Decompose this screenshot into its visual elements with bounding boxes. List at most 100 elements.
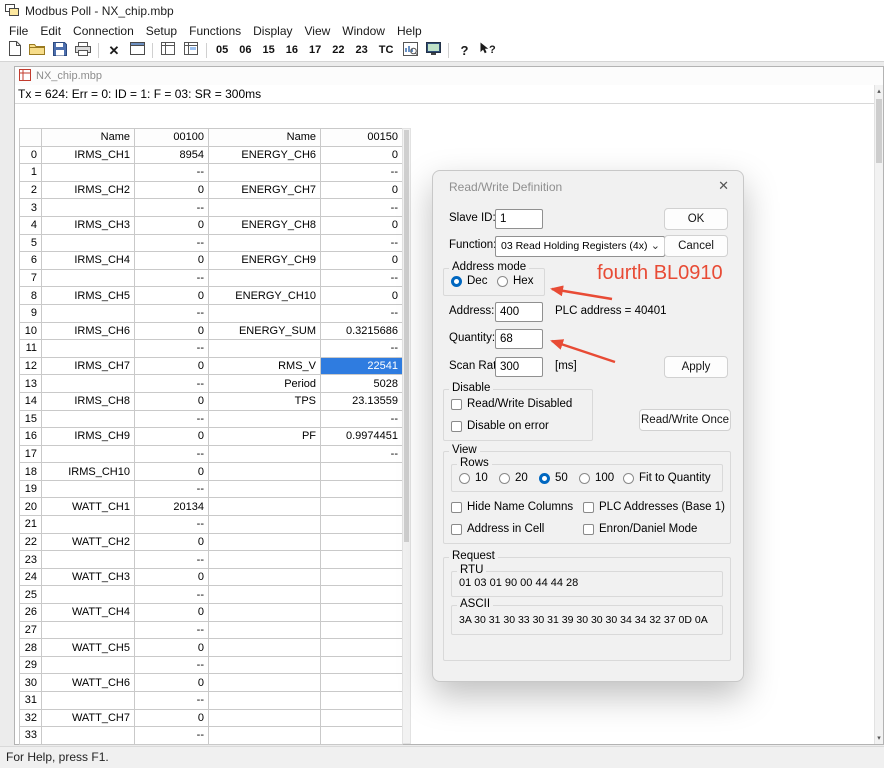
grid-name-cell[interactable] bbox=[209, 304, 321, 322]
grid-name-cell[interactable]: WATT_CH4 bbox=[42, 604, 135, 622]
grid-value-cell[interactable]: -- bbox=[321, 445, 403, 463]
grid-row-number[interactable]: 22 bbox=[20, 533, 42, 551]
grid-row-number[interactable]: 1 bbox=[20, 164, 42, 182]
grid-value-cell[interactable]: 0 bbox=[135, 568, 209, 586]
grid-name-cell[interactable] bbox=[42, 480, 135, 498]
grid-row-number[interactable]: 26 bbox=[20, 604, 42, 622]
grid-row-number[interactable]: 6 bbox=[20, 252, 42, 270]
grid-row-number[interactable]: 18 bbox=[20, 463, 42, 481]
grid-name-cell[interactable]: WATT_CH7 bbox=[42, 709, 135, 727]
grid-name-cell[interactable] bbox=[42, 727, 135, 745]
rows-20-radio[interactable]: 20 bbox=[499, 472, 528, 484]
grid-name-cell[interactable]: ENERGY_CH7 bbox=[209, 181, 321, 199]
grid-value-cell[interactable]: -- bbox=[135, 727, 209, 745]
rows-100-radio[interactable]: 100 bbox=[579, 472, 614, 484]
grid-name-cell[interactable] bbox=[209, 463, 321, 481]
grid-row-number[interactable]: 7 bbox=[20, 269, 42, 287]
grid-name-cell[interactable]: IRMS_CH8 bbox=[42, 392, 135, 410]
grid-value-cell[interactable] bbox=[321, 586, 403, 604]
grid-value-cell[interactable]: -- bbox=[135, 164, 209, 182]
hex-radio[interactable]: Hex bbox=[497, 275, 533, 287]
dialog-close-icon[interactable]: ✕ bbox=[718, 178, 729, 194]
grid-name-cell[interactable] bbox=[42, 375, 135, 393]
grid-row-number[interactable]: 33 bbox=[20, 727, 42, 745]
grid-value-cell[interactable] bbox=[321, 709, 403, 727]
menu-item-connection[interactable]: Connection bbox=[67, 24, 140, 38]
grid-value-cell[interactable] bbox=[321, 498, 403, 516]
grid-row-number[interactable]: 3 bbox=[20, 199, 42, 217]
grid-name-cell[interactable] bbox=[209, 551, 321, 569]
grid-value-cell[interactable]: 0 bbox=[135, 216, 209, 234]
scroll-down-icon[interactable]: ▾ bbox=[875, 734, 883, 742]
setup-window-button[interactable] bbox=[129, 42, 145, 58]
display-definition-button[interactable] bbox=[183, 42, 199, 58]
grid-name-cell[interactable] bbox=[42, 445, 135, 463]
grid-value-cell[interactable]: 0 bbox=[135, 181, 209, 199]
grid-value-cell[interactable]: -- bbox=[135, 340, 209, 358]
grid-row-number[interactable]: 15 bbox=[20, 410, 42, 428]
read-write-once-button[interactable]: Read/Write Once bbox=[639, 409, 731, 431]
grid-name-cell[interactable] bbox=[209, 709, 321, 727]
grid-name-cell[interactable]: IRMS_CH6 bbox=[42, 322, 135, 340]
grid-value-cell[interactable]: 20134 bbox=[135, 498, 209, 516]
test-center-button[interactable]: TC bbox=[377, 44, 396, 56]
grid-value-cell[interactable] bbox=[321, 604, 403, 622]
func-23-button[interactable]: 23 bbox=[354, 44, 370, 56]
address-in-cell-checkbox[interactable]: Address in Cell bbox=[451, 523, 544, 535]
document-titlebar[interactable]: NX_chip.mbp bbox=[15, 67, 883, 85]
grid-row-number[interactable]: 8 bbox=[20, 287, 42, 305]
grid-row-number[interactable]: 31 bbox=[20, 692, 42, 710]
grid-row-number[interactable]: 2 bbox=[20, 181, 42, 199]
func-05-button[interactable]: 05 bbox=[214, 44, 230, 56]
grid-row-number[interactable]: 9 bbox=[20, 304, 42, 322]
grid-name-cell[interactable] bbox=[209, 234, 321, 252]
apply-button[interactable]: Apply bbox=[664, 356, 728, 378]
grid-value-cell[interactable] bbox=[321, 727, 403, 745]
grid-value-cell[interactable]: 0.9974451 bbox=[321, 428, 403, 446]
save-button[interactable] bbox=[52, 42, 68, 59]
enron-daniel-checkbox[interactable]: Enron/Daniel Mode bbox=[583, 523, 697, 535]
grid-row-number[interactable]: 32 bbox=[20, 709, 42, 727]
func-22-button[interactable]: 22 bbox=[330, 44, 346, 56]
grid-value-cell[interactable]: -- bbox=[135, 269, 209, 287]
grid-value-cell[interactable]: 8954 bbox=[135, 146, 209, 164]
grid-value-cell[interactable]: -- bbox=[321, 164, 403, 182]
grid-value-cell[interactable] bbox=[321, 480, 403, 498]
grid-name-cell[interactable] bbox=[42, 340, 135, 358]
grid-name-cell[interactable] bbox=[209, 199, 321, 217]
grid-value-cell[interactable]: -- bbox=[135, 692, 209, 710]
grid-value-cell[interactable]: -- bbox=[135, 480, 209, 498]
grid-value-cell[interactable]: -- bbox=[321, 234, 403, 252]
grid-value-cell[interactable]: 0 bbox=[321, 216, 403, 234]
grid-value-cell[interactable]: 0 bbox=[135, 322, 209, 340]
grid-name-cell[interactable]: WATT_CH3 bbox=[42, 568, 135, 586]
grid-row-number[interactable]: 25 bbox=[20, 586, 42, 604]
grid-value-cell[interactable] bbox=[321, 533, 403, 551]
slave-id-input[interactable]: 1 bbox=[495, 209, 543, 229]
func-06-button[interactable]: 06 bbox=[237, 44, 253, 56]
grid-row-number[interactable]: 21 bbox=[20, 516, 42, 534]
grid-value-cell[interactable]: 0 bbox=[321, 146, 403, 164]
menu-item-setup[interactable]: Setup bbox=[140, 24, 183, 38]
grid-row-number[interactable]: 20 bbox=[20, 498, 42, 516]
fit-to-quantity-radio[interactable]: Fit to Quantity bbox=[623, 472, 711, 484]
open-file-button[interactable] bbox=[29, 42, 45, 59]
communication-traffic-button[interactable] bbox=[425, 42, 441, 58]
scroll-up-icon[interactable]: ▴ bbox=[875, 87, 883, 95]
grid-row-number[interactable]: 30 bbox=[20, 674, 42, 692]
grid-row-number[interactable]: 17 bbox=[20, 445, 42, 463]
grid-name-cell[interactable] bbox=[209, 604, 321, 622]
grid-name-cell[interactable]: Period bbox=[209, 375, 321, 393]
grid-name-cell[interactable]: ENERGY_CH6 bbox=[209, 146, 321, 164]
grid-name-cell[interactable]: TPS bbox=[209, 392, 321, 410]
quantity-input[interactable]: 68 bbox=[495, 329, 543, 349]
grid-name-cell[interactable]: RMS_V bbox=[209, 357, 321, 375]
cancel-button[interactable]: Cancel bbox=[664, 235, 728, 257]
scan-rate-input[interactable]: 300 bbox=[495, 357, 543, 377]
menu-item-display[interactable]: Display bbox=[247, 24, 298, 38]
grid-value-cell[interactable]: -- bbox=[321, 410, 403, 428]
grid-name-cell[interactable] bbox=[209, 639, 321, 657]
grid-name-cell[interactable]: IRMS_CH3 bbox=[42, 216, 135, 234]
grid-name-cell[interactable]: ENERGY_CH8 bbox=[209, 216, 321, 234]
grid-value-cell[interactable]: -- bbox=[135, 656, 209, 674]
